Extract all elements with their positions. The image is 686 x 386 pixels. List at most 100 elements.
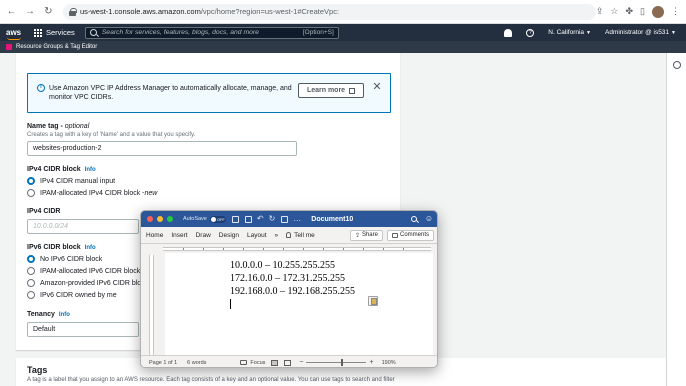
ipv4-ipam-option[interactable]: IPAM-allocated IPv4 CIDR block - new <box>27 189 157 197</box>
tenancy-select[interactable]: Default <box>27 322 139 337</box>
radio-unchecked[interactable] <box>27 267 35 275</box>
tab-layout[interactable]: Layout <box>247 232 267 239</box>
ipv4-ipam-label: IPAM-allocated IPv4 CIDR block - <box>40 189 145 197</box>
aws-smile-icon <box>7 37 21 40</box>
help-panel-rail <box>666 53 686 386</box>
web-layout-icon[interactable] <box>284 359 292 366</box>
radio-unchecked[interactable] <box>27 279 35 287</box>
ipv4-block-label-text: IPv4 CIDR block <box>27 166 81 173</box>
search-input[interactable] <box>101 29 303 36</box>
word-ribbon: Home Insert Draw Design Layout » Tell me… <box>141 227 437 244</box>
word-window: AutoSave OFF ↶ ↻ … Document10 ☺ Home Ins… <box>140 210 438 368</box>
share-icon: ⇪ <box>354 232 360 239</box>
info-panel-icon[interactable] <box>673 61 681 69</box>
zoom-slider[interactable] <box>306 359 367 366</box>
new-marker: new <box>144 189 158 197</box>
address-bar[interactable]: us-west-1.console.aws.amazon.com/vpc/hom… <box>62 3 596 20</box>
document-title: Document10 <box>311 215 354 223</box>
print-icon[interactable] <box>281 215 289 223</box>
autosave-toggle[interactable]: OFF <box>209 215 226 223</box>
zoom-thumb[interactable] <box>341 359 344 366</box>
aws-search-box[interactable]: [Option+S] <box>84 26 339 39</box>
ipv4-cidr-input[interactable]: 10.0.0.0/24 <box>27 219 139 234</box>
search-icon[interactable] <box>410 216 417 222</box>
zoom-out-icon[interactable]: − <box>299 359 303 366</box>
reload-icon[interactable]: ↻ <box>42 5 55 19</box>
share-button[interactable]: ⇪ Share <box>349 229 383 241</box>
more-menu-icon[interactable]: ⋮ <box>671 6 680 17</box>
tab-insert[interactable]: Insert <box>171 232 187 239</box>
focus-icon[interactable] <box>240 360 248 365</box>
print-layout-icon[interactable] <box>271 359 279 366</box>
ipv6-ipam-option[interactable]: IPAM-allocated IPv6 CIDR block - <box>27 267 145 275</box>
url-host: us-west-1.console.aws.amazon.com <box>79 7 201 16</box>
undo-icon[interactable]: ↶ <box>257 215 264 223</box>
more-icon[interactable]: … <box>293 215 301 223</box>
save-icon[interactable] <box>244 215 252 223</box>
document-page[interactable]: 10.0.0.0 – 10.255.255.255 172.16.0.0 – 1… <box>165 253 433 355</box>
sidepanel-icon[interactable]: ▯ <box>640 6 645 17</box>
notifications-bell-icon[interactable] <box>504 28 513 37</box>
aws-logo[interactable]: aws <box>6 27 26 40</box>
close-window-button[interactable] <box>147 216 153 222</box>
region-selector[interactable]: N. California ▼ <box>548 29 591 36</box>
resource-groups-link[interactable]: Resource Groups & Tag Editor <box>16 44 97 50</box>
zoom-window-button[interactable] <box>167 216 173 222</box>
radio-unchecked[interactable] <box>27 189 35 197</box>
bookmark-star-icon[interactable]: ☆ <box>610 6 618 17</box>
autosave-label: AutoSave <box>183 216 207 222</box>
profile-avatar[interactable] <box>652 5 664 18</box>
tell-me-search[interactable]: Tell me <box>294 232 315 239</box>
redo-icon[interactable]: ↻ <box>269 215 276 223</box>
tenancy-info-link[interactable]: Info <box>59 312 70 318</box>
close-icon[interactable]: ✕ <box>371 81 383 93</box>
radio-checked[interactable] <box>27 255 35 263</box>
tab-more-icon[interactable]: » <box>275 232 279 239</box>
document-text: 10.0.0.0 – 10.255.255.255 172.16.0.0 – 1… <box>230 259 355 298</box>
services-grid-icon <box>34 28 42 37</box>
account-menu[interactable]: Administrator @ is531 ▼ <box>605 29 676 36</box>
name-tag-input[interactable]: websites-production-2 <box>27 141 297 156</box>
name-tag-label-text: Name tag - <box>27 123 65 130</box>
tab-draw[interactable]: Draw <box>196 232 211 239</box>
share-label: Share <box>361 232 378 238</box>
tab-design[interactable]: Design <box>219 232 239 239</box>
doc-line: 172.16.0.0 – 172.31.255.255 <box>230 273 345 284</box>
ipv4-manual-label: IPv4 CIDR manual input <box>40 177 116 185</box>
focus-label[interactable]: Focus <box>250 360 265 366</box>
learn-more-button[interactable]: Learn more <box>298 83 364 98</box>
ipv6-owned-option[interactable]: IPv6 CIDR owned by me <box>27 291 117 299</box>
extensions-icon[interactable]: ✤ <box>626 6 634 17</box>
ipam-info-alert: i Use Amazon VPC IP Address Manager to a… <box>27 73 391 113</box>
paste-options-icon[interactable] <box>368 296 378 306</box>
caret-down-icon: ▼ <box>671 30 676 36</box>
zoom-level[interactable]: 190% <box>382 360 396 366</box>
page-count[interactable]: Page 1 of 1 <box>149 360 177 366</box>
radio-unchecked[interactable] <box>27 291 35 299</box>
ipv6-amazon-option[interactable]: Amazon-provided IPv6 CIDR block <box>27 279 148 287</box>
info-circle-icon: i <box>37 84 45 92</box>
ipv6-none-option[interactable]: No IPv6 CIDR block <box>27 255 102 263</box>
ipv4-info-link[interactable]: Info <box>85 167 96 173</box>
ruler-bar <box>163 247 431 251</box>
tags-description: A tag is a label that you assign to an A… <box>27 377 395 383</box>
share-page-icon[interactable]: ⇪ <box>596 6 604 17</box>
aws-logo-text: aws <box>6 27 22 37</box>
word-count[interactable]: 6 words <box>187 360 206 366</box>
ipv6-info-link[interactable]: Info <box>85 245 96 251</box>
zoom-in-icon[interactable]: + <box>369 359 373 366</box>
minimize-window-button[interactable] <box>157 216 163 222</box>
back-icon[interactable]: ← <box>5 5 18 19</box>
forward-icon[interactable]: → <box>23 5 36 19</box>
help-icon[interactable]: ? <box>526 28 535 37</box>
radio-checked[interactable] <box>27 177 35 185</box>
ipv6-none-label: No IPv6 CIDR block <box>40 255 103 263</box>
comments-button[interactable]: Comments <box>386 229 434 241</box>
people-icon[interactable]: ☺ <box>425 215 433 223</box>
ipv4-manual-option[interactable]: IPv4 CIDR manual input <box>27 177 115 185</box>
services-button[interactable]: Services <box>34 28 75 37</box>
home-icon[interactable] <box>231 215 239 223</box>
tenancy-label: Tenancy Info <box>27 311 70 318</box>
tab-home[interactable]: Home <box>146 232 163 239</box>
account-label: Administrator @ is531 <box>605 29 670 36</box>
